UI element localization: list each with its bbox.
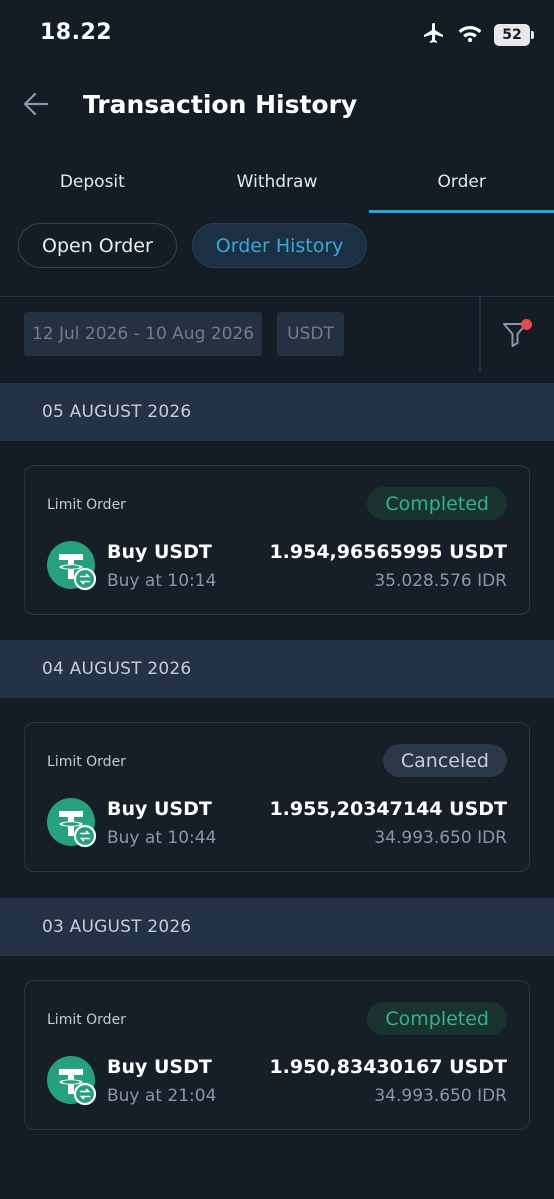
trade-title: Buy USDT [107, 798, 212, 820]
trade-time: Buy at 10:44 [107, 828, 217, 848]
tab-withdraw[interactable]: Withdraw [185, 160, 370, 213]
status-badge: Canceled [382, 744, 507, 777]
filter-row: 12 Jul 2026 - 10 Aug 2026 USDT [0, 296, 554, 372]
status-icons: 52 [422, 21, 534, 49]
trade-title: Buy USDT [107, 541, 212, 563]
filter-alert-dot [521, 319, 532, 330]
coin-filter[interactable]: USDT [277, 312, 344, 356]
trade-fiat-value: 34.993.650 IDR [374, 1086, 507, 1106]
main-tabs: Deposit Withdraw Order [0, 160, 554, 214]
battery-icon: 52 [494, 24, 534, 46]
tether-icon [47, 541, 97, 591]
order-card[interactable]: Limit Order Canceled Buy USDT Buy at 10:… [24, 722, 530, 872]
filter-divider [479, 297, 481, 372]
tab-deposit[interactable]: Deposit [0, 160, 185, 213]
funnel-icon [500, 323, 534, 355]
tether-icon [47, 1056, 97, 1106]
trade-amount: 1.950,83430167 USDT [269, 1056, 507, 1078]
page-title: Transaction History [83, 90, 358, 119]
trade-amount: 1.955,20347144 USDT [269, 798, 507, 820]
open-order-pill[interactable]: Open Order [18, 223, 177, 268]
order-card[interactable]: Limit Order Completed Buy USDT Buy at 10… [24, 465, 530, 615]
status-bar: 18.22 52 [0, 0, 554, 70]
date-group-header: 05 AUGUST 2026 [0, 383, 554, 441]
trade-title: Buy USDT [107, 1056, 212, 1078]
order-card[interactable]: Limit Order Completed Buy USDT Buy at 21… [24, 980, 530, 1130]
filter-button[interactable] [500, 317, 534, 351]
trade-fiat-value: 35.028.576 IDR [374, 571, 507, 591]
status-time: 18.22 [40, 20, 113, 45]
order-type: Limit Order [47, 754, 126, 770]
trade-fiat-value: 34.993.650 IDR [374, 828, 507, 848]
tab-order[interactable]: Order [369, 160, 554, 213]
app-header: Transaction History [0, 80, 554, 136]
date-group-header: 03 AUGUST 2026 [0, 898, 554, 956]
order-history-pill[interactable]: Order History [191, 223, 368, 268]
date-range-filter[interactable]: 12 Jul 2026 - 10 Aug 2026 [24, 312, 262, 356]
trade-amount: 1.954,96565995 USDT [269, 541, 507, 563]
arrow-left-icon [22, 92, 50, 120]
date-group-header: 04 AUGUST 2026 [0, 640, 554, 698]
tether-icon [47, 798, 97, 848]
wifi-icon [458, 23, 482, 47]
order-type: Limit Order [47, 1012, 126, 1028]
back-button[interactable] [18, 88, 54, 124]
status-badge: Completed [367, 487, 507, 520]
airplane-icon [422, 21, 446, 49]
trade-time: Buy at 21:04 [107, 1086, 217, 1106]
order-type: Limit Order [47, 497, 126, 513]
status-badge: Completed [367, 1002, 507, 1035]
order-subtabs: Open Order Order History [18, 223, 368, 268]
trade-time: Buy at 10:14 [107, 571, 217, 591]
